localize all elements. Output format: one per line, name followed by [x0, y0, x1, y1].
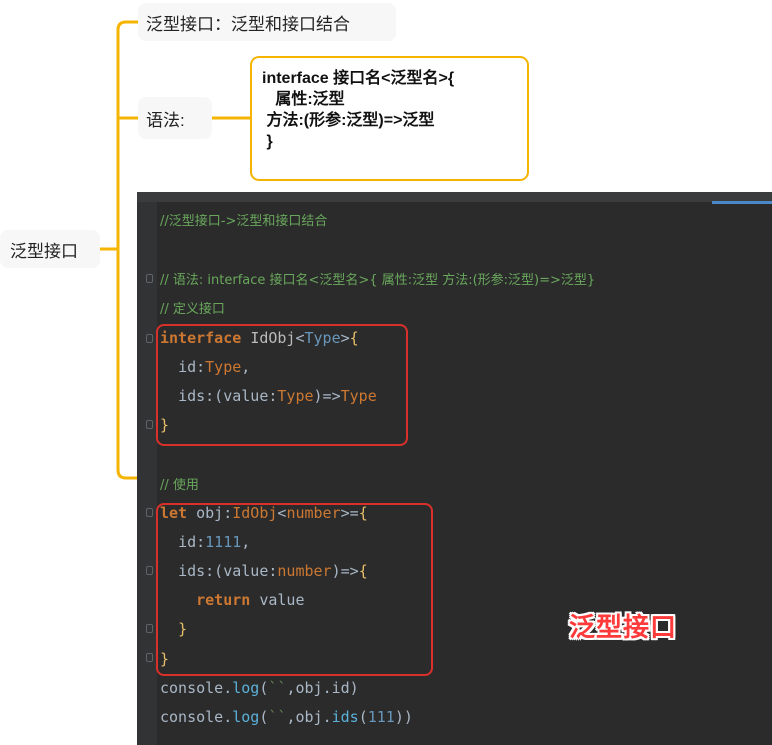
syntax-line: 属性:泛型	[262, 91, 345, 108]
code-comment: // 定义接口	[160, 302, 225, 317]
code-line-1: //泛型接口->泛型和接口结合	[160, 206, 327, 235]
code-line-16: console.log(``,obj.id)	[160, 679, 359, 697]
fold-marker-icon	[146, 334, 153, 343]
code-screenshot: //泛型接口->泛型和接口结合 // 语法: interface 接口名<泛型名…	[137, 192, 772, 745]
code-line-3: // 定义接口	[160, 294, 225, 323]
syntax-line: 方法:(形参:泛型)=>泛型	[262, 112, 435, 129]
fold-marker-icon	[146, 274, 153, 283]
code-comment: //泛型接口->泛型和接口结合	[160, 214, 328, 229]
syntax-node-label: 语法:	[146, 110, 185, 130]
desc-node[interactable]: 泛型接口：泛型和接口结合	[138, 3, 396, 41]
fold-marker-icon	[146, 420, 153, 429]
interface-highlight-box	[156, 324, 408, 446]
syntax-line: interface 接口名<泛型名>{	[262, 70, 455, 87]
code-comment: // 使用	[160, 478, 199, 493]
syntax-detail-node[interactable]: interface 接口名<泛型名>{ 属性:泛型 方法:(形参:泛型)=>泛型…	[250, 56, 529, 181]
desc-node-label: 泛型接口：泛型和接口结合	[146, 14, 350, 34]
syntax-node[interactable]: 语法:	[138, 97, 212, 139]
root-node[interactable]: 泛型接口	[0, 230, 100, 268]
editor-scroll-accent	[712, 201, 772, 204]
syntax-line: }	[262, 133, 273, 150]
editor-top-bar	[137, 192, 772, 202]
code-annotation-label: 泛型接口	[569, 613, 678, 643]
fold-marker-icon	[146, 508, 153, 517]
editor-gutter	[137, 202, 157, 745]
code-line-2: // 语法: interface 接口名<泛型名>{ 属性:泛型 方法:(形参:…	[160, 265, 595, 294]
fold-marker-icon	[146, 624, 153, 633]
code-line-17: console.log(``,obj.ids(111))	[160, 708, 413, 726]
usage-highlight-box	[156, 503, 433, 676]
code-line-9: // 使用	[160, 470, 199, 499]
root-node-label: 泛型接口	[10, 241, 78, 261]
fold-marker-icon	[146, 653, 153, 662]
fold-marker-icon	[146, 566, 153, 575]
code-comment: // 语法: interface 接口名<泛型名>{ 属性:泛型 方法:(形参:…	[160, 273, 596, 288]
